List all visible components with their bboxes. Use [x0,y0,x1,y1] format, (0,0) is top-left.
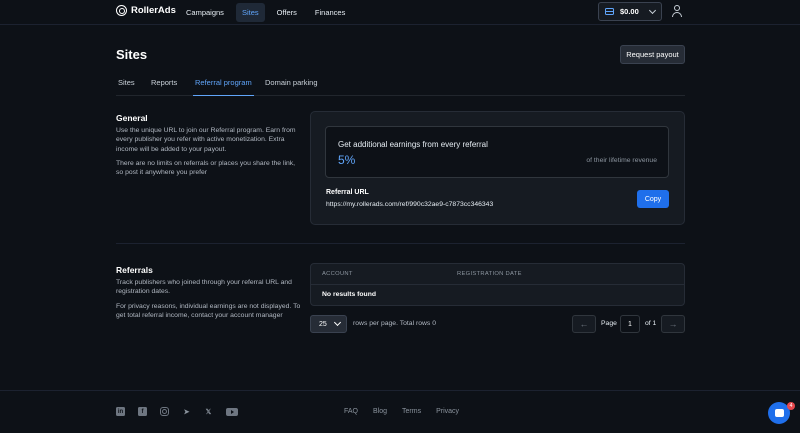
facebook-icon[interactable]: f [138,407,147,416]
page-title: Sites [116,47,148,62]
general-title: General [116,113,148,123]
chevron-down-icon [648,6,657,14]
instagram-icon[interactable] [160,407,169,416]
column-account[interactable]: ACCOUNT [322,271,353,277]
linkedin-icon[interactable]: in [116,407,125,416]
page-label: Page [601,320,617,327]
empty-state: No results found [322,291,376,298]
page-input[interactable]: 1 [620,315,640,333]
rows-per-page-value: 25 [319,320,327,328]
footer-links: FAQ Blog Terms Privacy [344,408,459,415]
balance-dropdown[interactable]: $0.00 [598,2,662,21]
user-icon[interactable] [672,5,682,17]
tab-reports[interactable]: Reports [151,78,177,96]
referrals-text-1: Track publishers who joined through your… [116,279,292,296]
general-text-2: There are no limits on referrals or plac… [116,160,296,177]
copy-button[interactable]: Copy [637,190,669,208]
rollerads-logo-icon [116,5,127,16]
chevron-down-icon [333,318,341,327]
youtube-icon[interactable] [226,407,238,416]
referrals-text-2: For privacy reasons, individual earnings… [116,303,301,320]
tab-sites[interactable]: Sites [118,78,135,96]
footer-link-privacy[interactable]: Privacy [436,408,459,415]
nav-item-offers[interactable]: Offers [271,3,303,22]
earnings-percent: 5% [338,153,356,167]
tab-domain-parking[interactable]: Domain parking [265,78,318,96]
page-count: of 1 [645,320,657,327]
telegram-icon[interactable]: ➤ [182,407,191,416]
chat-icon [774,409,784,417]
referrals-title: Referrals [116,265,153,275]
referral-url-value[interactable]: https://my.rollerads.com/ref/990c32ae9-c… [326,201,493,208]
wallet-icon [605,8,614,15]
footer-link-terms[interactable]: Terms [402,408,421,415]
table-separator [311,284,684,285]
prev-page-button[interactable]: ← [572,315,596,333]
nav-item-finances[interactable]: Finances [309,3,351,22]
column-registration-date[interactable]: REGISTRATION DATE [457,271,522,277]
footer-divider [0,390,800,391]
header-divider [0,24,800,25]
earnings-subtitle: of their lifetime revenue [586,157,657,164]
nav-item-campaigns[interactable]: Campaigns [180,3,230,22]
rows-total-text: rows per page. Total rows 0 [353,320,436,327]
next-page-button[interactable]: → [661,315,685,333]
brand-name: RollerAds [131,5,176,16]
footer-link-faq[interactable]: FAQ [344,408,358,415]
section-divider [116,243,685,244]
general-text-1: Use the unique URL to join our Referral … [116,127,296,153]
balance-value: $0.00 [620,7,639,16]
footer-link-blog[interactable]: Blog [373,408,387,415]
main-nav: Campaigns Sites Offers Finances [180,3,351,22]
tab-referral-program[interactable]: Referral program [193,78,254,96]
x-icon[interactable]: 𝕏 [204,407,213,416]
earnings-card: Get additional earnings from every refer… [325,126,669,178]
referrals-table: ACCOUNT REGISTRATION DATE No results fou… [310,263,685,306]
chat-badge: 4 [787,402,795,410]
request-payout-button[interactable]: Request payout [620,45,685,64]
earnings-title: Get additional earnings from every refer… [338,140,488,149]
social-links: in f ➤ 𝕏 [116,407,238,416]
logo[interactable]: RollerAds [116,5,176,16]
rows-per-page-select[interactable]: 25 [310,315,347,333]
top-bar: RollerAds Campaigns Sites Offers Finance… [0,0,800,24]
tabs: Sites Reports Referral program Domain pa… [116,78,685,96]
referral-url-label: Referral URL [326,189,369,196]
nav-item-sites[interactable]: Sites [235,3,265,22]
